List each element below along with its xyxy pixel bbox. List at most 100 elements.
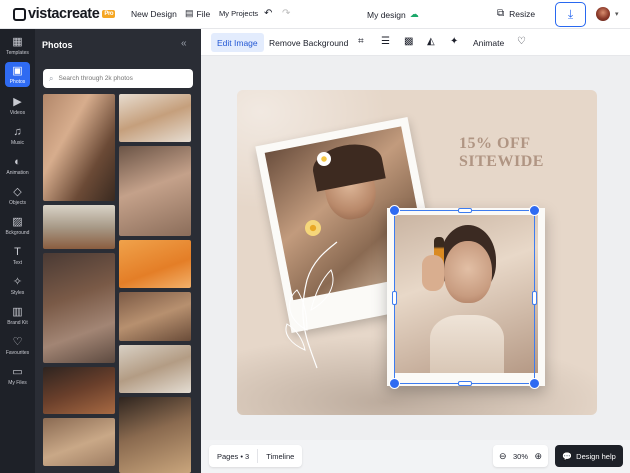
nav-item-background[interactable]: ▨ Bckground [0, 216, 35, 236]
objects-icon: ◇ [13, 186, 22, 198]
animation-icon: ◐ [14, 156, 21, 168]
undo-icon[interactable]: ↶ [264, 8, 272, 19]
photos-panel: Photos « ⌕ [35, 29, 201, 473]
background-icon: ▨ [12, 216, 23, 228]
new-design-button[interactable]: New Design [131, 9, 177, 19]
brand-kit-icon: ▥ [12, 306, 23, 318]
nav-item-styles[interactable]: ✧ Styles [0, 276, 35, 296]
my-projects-link[interactable]: My Projects [219, 9, 258, 18]
edge-handle[interactable] [392, 291, 397, 305]
edge-handle[interactable] [458, 381, 472, 386]
styles-icon: ✧ [12, 276, 23, 288]
zoom-level: 30% [512, 451, 528, 461]
resize-button[interactable]: ⧉ Resize [497, 8, 535, 19]
photo-thumbnail[interactable] [43, 418, 115, 466]
photo-thumbnail[interactable] [43, 205, 115, 249]
canvas-area: 15% OFF SITEWIDE [201, 56, 630, 440]
bottom-bar: Pages • 3 Timeline ⊖ 30% ⊕ 💬 Design help [201, 440, 630, 473]
photo-thumbnail[interactable] [119, 345, 191, 393]
nav-item-my-files[interactable]: ▭ My Files [0, 366, 35, 386]
selection-box[interactable] [389, 205, 540, 389]
brand-logo[interactable]: vistacreate Pro [13, 6, 116, 22]
design-canvas[interactable]: 15% OFF SITEWIDE [237, 90, 597, 415]
zoom-out-icon[interactable]: ⊖ [499, 451, 507, 462]
nav-label: Templates [6, 50, 29, 56]
nav-item-videos[interactable]: ▶ Videos [0, 96, 35, 116]
photo-search[interactable]: ⌕ [43, 69, 193, 88]
nav-label: Music [10, 140, 25, 146]
resize-label: Resize [509, 8, 536, 19]
chevron-down-icon[interactable]: ▾ [615, 10, 619, 18]
photo-thumbnail[interactable] [119, 240, 191, 288]
brand-name: vistacreate [28, 6, 100, 22]
edge-handle[interactable] [458, 208, 472, 213]
nav-item-photos[interactable]: ▣ Photos [0, 62, 35, 87]
nav-item-animation[interactable]: ◐ Animation [0, 156, 35, 176]
animate-button[interactable]: Animate [473, 33, 504, 52]
music-icon: ♫ [13, 126, 22, 138]
doc-title-text: My design [367, 9, 406, 20]
text-icon: T [14, 246, 21, 258]
avatar[interactable] [596, 7, 610, 21]
resize-handle[interactable] [529, 378, 540, 389]
redo-icon[interactable]: ↷ [282, 8, 290, 19]
zoom-control: ⊖ 30% ⊕ [493, 445, 548, 467]
pages-button[interactable]: Pages • 3 [209, 445, 257, 467]
promo-headline[interactable]: 15% OFF [459, 135, 531, 153]
file-menu[interactable]: ▤ File [185, 8, 210, 19]
photo-thumbnail[interactable] [119, 146, 191, 236]
photo-thumbnail[interactable] [43, 367, 115, 414]
photo-thumbnail[interactable] [119, 94, 191, 142]
nav-label: My Files [8, 380, 27, 386]
collapse-panel-icon[interactable]: « [181, 38, 187, 49]
promo-subline[interactable]: SITEWIDE [459, 153, 544, 171]
top-bar: vistacreate Pro New Design ▤ File My Pro… [0, 0, 630, 29]
flip-icon[interactable]: ◭ [427, 36, 435, 47]
heart-icon: ♡ [12, 336, 23, 348]
search-icon: ⌕ [49, 73, 54, 83]
nav-item-text[interactable]: T Text [0, 246, 35, 266]
chat-icon: 💬 [562, 451, 573, 461]
photos-icon: ▣ [12, 65, 23, 77]
zoom-in-icon[interactable]: ⊕ [534, 451, 542, 462]
photo-thumbnail[interactable] [119, 292, 191, 341]
panel-title: Photos [42, 40, 73, 50]
nav-item-favourites[interactable]: ♡ Favourites [0, 336, 35, 356]
folder-icon: ▭ [12, 366, 23, 378]
effects-icon[interactable]: ✦ [450, 36, 458, 47]
line-art-leaves-icon [285, 241, 338, 369]
photo-thumbnail[interactable] [43, 94, 115, 201]
adjust-icon[interactable]: ☰ [381, 36, 390, 47]
photo-thumbnail[interactable] [43, 253, 115, 363]
document-title[interactable]: My design ☁ [367, 9, 419, 20]
pages-control: Pages • 3 Timeline [209, 445, 303, 467]
remove-background-button[interactable]: Remove Background [269, 33, 348, 52]
nav-item-templates[interactable]: ▦ Templates [0, 36, 35, 56]
flower-icon [317, 152, 331, 166]
nav-label: Photos [9, 79, 26, 85]
pro-badge: Pro [102, 10, 116, 18]
heart-icon[interactable]: ♡ [517, 36, 526, 47]
photo-thumbnail[interactable] [119, 397, 191, 473]
nav-label: Text [12, 260, 23, 266]
search-input[interactable] [58, 75, 179, 82]
crop-icon[interactable]: ⌗ [358, 36, 364, 47]
nav-item-objects[interactable]: ◇ Objects [0, 186, 35, 206]
nav-label: Styles [10, 290, 25, 296]
file-label: File [196, 8, 211, 19]
nav-item-brand-kit[interactable]: ▥ Brand Kit [0, 306, 35, 326]
timeline-button[interactable]: Timeline [258, 445, 302, 467]
edge-handle[interactable] [532, 291, 537, 305]
resize-handle[interactable] [389, 378, 400, 389]
left-nav: ▦ Templates ▣ Photos ▶ Videos ♫ Music ◐ … [0, 29, 35, 473]
resize-icon: ⧉ [497, 8, 505, 19]
nav-item-music[interactable]: ♫ Music [0, 126, 35, 146]
resize-handle[interactable] [529, 205, 540, 216]
resize-handle[interactable] [389, 205, 400, 216]
transparency-icon[interactable]: ▩ [404, 36, 413, 47]
design-help-button[interactable]: 💬 Design help [555, 445, 623, 467]
download-icon: ⤓ [567, 7, 574, 21]
nav-label: Objects [9, 200, 26, 206]
download-button[interactable]: ⤓ [555, 2, 586, 27]
edit-image-button[interactable]: Edit Image [211, 33, 264, 52]
